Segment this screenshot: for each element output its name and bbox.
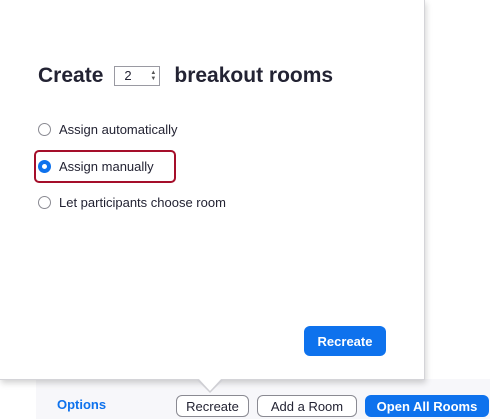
stepper-arrows[interactable]: ▲ ▼ — [147, 70, 159, 82]
room-count-stepper[interactable]: 2 ▲ ▼ — [114, 66, 161, 86]
radio-unchecked-icon[interactable] — [38, 195, 51, 209]
popup-arrow-fill — [198, 378, 222, 391]
option-assign-automatically[interactable]: Assign automatically — [38, 119, 178, 139]
stepper-down-icon[interactable]: ▼ — [150, 76, 156, 82]
option-label: Assign manually — [59, 158, 154, 174]
create-label: Create — [38, 64, 104, 87]
option-label: Let participants choose room — [59, 194, 226, 210]
breakout-rooms-label: breakout rooms — [174, 64, 334, 87]
options-link[interactable]: Options — [57, 397, 106, 412]
add-room-button[interactable]: Add a Room — [257, 395, 357, 417]
create-breakout-rooms-popup: Create 2 ▲ ▼ breakout rooms Assign autom… — [0, 0, 425, 380]
room-count-value[interactable]: 2 — [115, 67, 147, 85]
option-assign-manually[interactable]: Assign manually — [38, 156, 154, 176]
create-rooms-row: Create 2 ▲ ▼ breakout rooms — [38, 60, 333, 92]
open-all-rooms-button[interactable]: Open All Rooms — [365, 395, 489, 417]
radio-unchecked-icon[interactable] — [38, 122, 51, 136]
toolbar-recreate-button[interactable]: Recreate — [176, 395, 249, 417]
option-label: Assign automatically — [59, 121, 178, 137]
radio-checked-icon[interactable] — [38, 159, 51, 173]
option-let-participants-choose[interactable]: Let participants choose room — [38, 192, 226, 212]
recreate-button[interactable]: Recreate — [304, 326, 386, 356]
